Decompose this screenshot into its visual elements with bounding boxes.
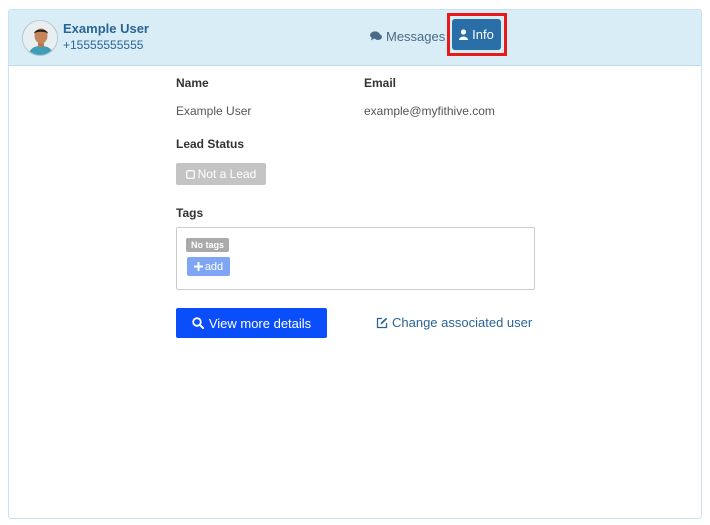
edit-icon <box>376 317 388 329</box>
lead-status-button[interactable]: Not a Lead <box>176 163 266 185</box>
email-label: Email <box>364 76 397 90</box>
email-value: example@myfithive.com <box>364 104 495 118</box>
tab-info-label: Info <box>472 27 494 42</box>
add-tag-label: add <box>204 260 224 273</box>
search-icon <box>192 317 204 329</box>
user-icon <box>459 29 469 40</box>
tab-messages[interactable]: Messages <box>370 27 445 45</box>
user-phone: +15555555555 <box>63 38 144 52</box>
conversation-panel: Example User +15555555555 Messages Info <box>8 9 702 519</box>
plus-icon <box>193 262 203 271</box>
square-icon <box>185 169 195 179</box>
lead-status-label: Lead Status <box>176 137 245 151</box>
user-name: Example User <box>63 21 149 36</box>
view-more-details-button[interactable]: View more details <box>176 308 327 338</box>
add-tag-button[interactable]: add <box>187 257 230 276</box>
change-associated-user-label: Change associated user <box>392 315 533 330</box>
view-more-details-label: View more details <box>208 315 312 331</box>
lead-status-button-label: Not a Lead <box>197 167 257 181</box>
comments-icon <box>370 31 382 41</box>
tags-label: Tags <box>176 206 204 220</box>
name-label: Name <box>176 76 209 90</box>
avatar <box>22 20 58 56</box>
tags-box: No tags add <box>176 227 535 290</box>
name-value: Example User <box>176 104 252 118</box>
no-tags-badge: No tags <box>186 238 230 252</box>
panel-header: Example User +15555555555 Messages Info <box>9 10 701 66</box>
tab-messages-label: Messages <box>386 28 446 44</box>
tab-info[interactable]: Info <box>452 19 501 50</box>
change-associated-user-link[interactable]: Change associated user <box>376 315 532 330</box>
